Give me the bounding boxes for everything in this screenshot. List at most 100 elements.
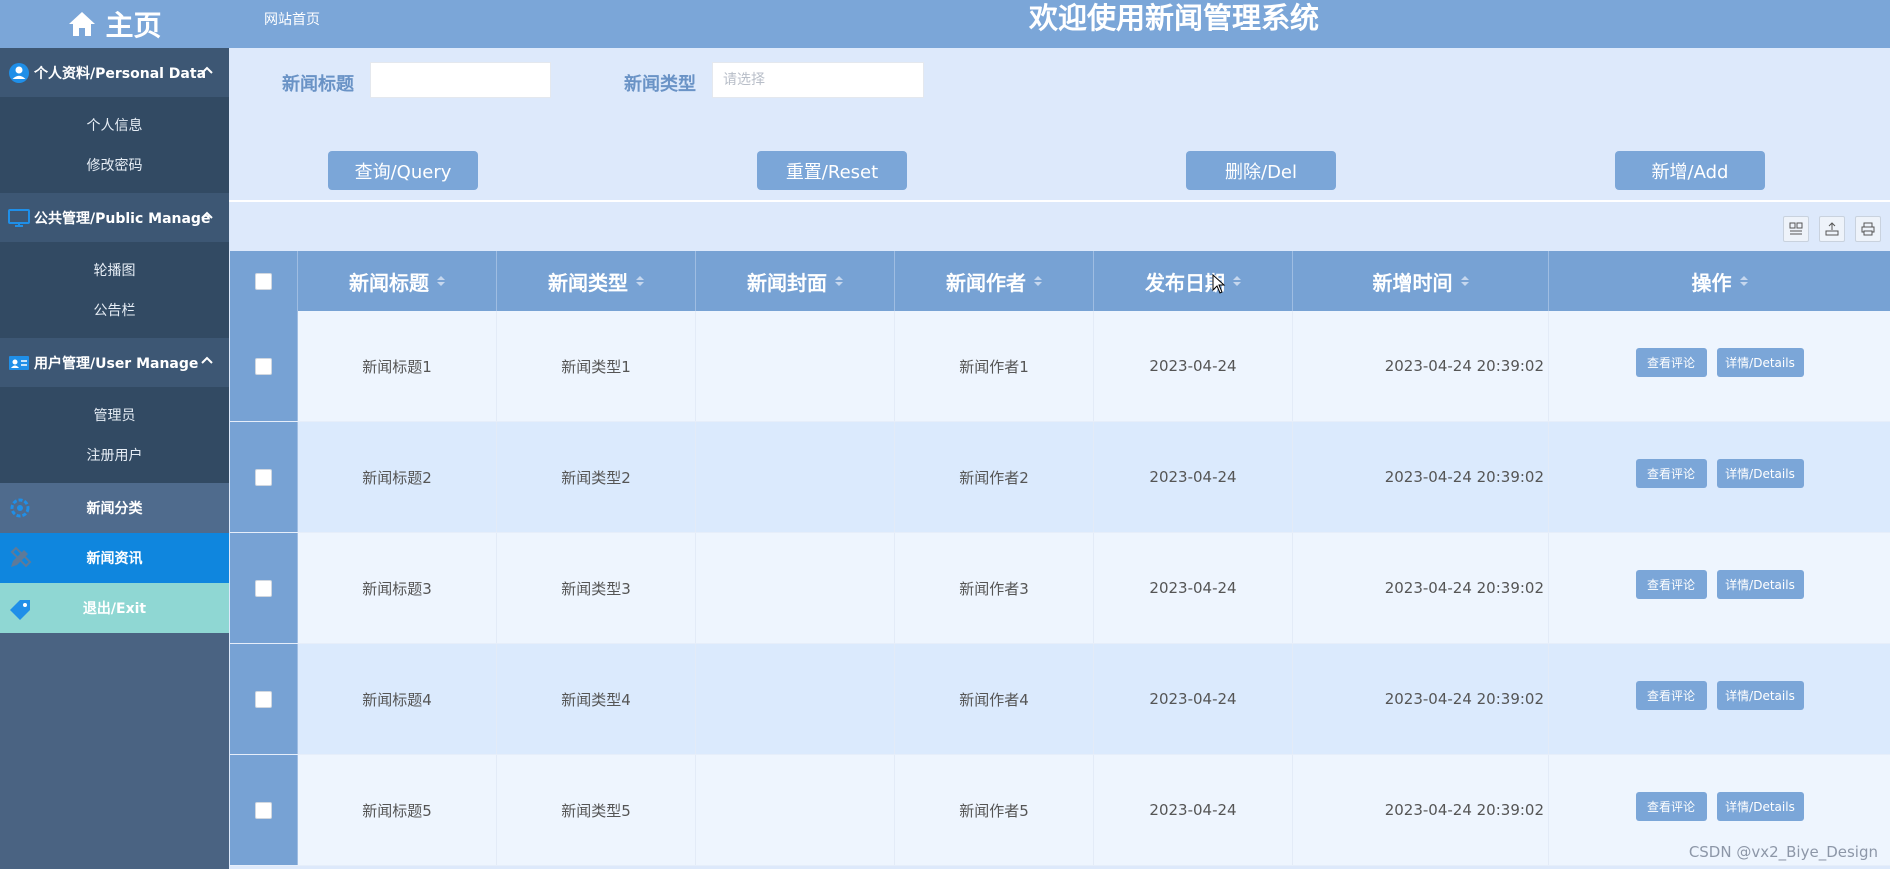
sort-icon[interactable] [1739, 276, 1748, 286]
view-comments-button[interactable]: 查看评论 [1635, 458, 1707, 488]
view-comments-button[interactable]: 查看评论 [1635, 347, 1707, 377]
row-checkbox[interactable] [255, 357, 272, 375]
cell-actions: 查看评论 详情/Details [1549, 422, 1890, 532]
sidebar-item-carousel[interactable]: 轮播图 [0, 250, 229, 290]
menu-group-personal[interactable]: 个人资料/Personal Data [0, 48, 229, 97]
sidebar-item-news-category[interactable]: 新闻分类 [0, 483, 229, 533]
submenu-personal: 个人信息 修改密码 [0, 97, 229, 193]
table-row: 新闻标题1 新闻类型1 新闻作者1 2023-04-24 2023-04-24 20:3… [230, 311, 1890, 422]
sidebar-item-notice[interactable]: 公告栏 [0, 290, 229, 330]
sort-icon[interactable] [835, 276, 843, 286]
row-select-cell [230, 311, 298, 421]
columns-icon[interactable] [1783, 216, 1809, 242]
select-all-cell [230, 251, 298, 311]
breadcrumb[interactable]: 网站首页 [264, 9, 320, 29]
table-row: 新闻标题2 新闻类型2 新闻作者2 2023-04-24 2023-04-24 20:3… [230, 422, 1890, 533]
cell-author: 新闻作者3 [895, 533, 1094, 643]
add-button[interactable]: 新增/Add [1615, 151, 1765, 190]
cell-type: 新闻类型1 [497, 311, 696, 421]
details-button[interactable]: 详情/Details [1716, 458, 1804, 488]
print-icon[interactable] [1855, 216, 1881, 242]
view-comments-button[interactable]: 查看评论 [1635, 569, 1707, 599]
sort-icon[interactable] [1233, 276, 1241, 286]
chevron-up-icon [201, 356, 213, 364]
sidebar-item-label: 新闻资讯 [86, 551, 143, 567]
cell-type: 新闻类型4 [497, 644, 696, 754]
sidebar-item-change-password[interactable]: 修改密码 [0, 145, 229, 185]
view-comments-button[interactable]: 查看评论 [1635, 791, 1707, 821]
row-checkbox[interactable] [255, 801, 272, 819]
table-body: 新闻标题1 新闻类型1 新闻作者1 2023-04-24 2023-04-24 20:3… [230, 311, 1890, 866]
menu-group-users[interactable]: 用户管理/User Manage [0, 338, 229, 387]
user-circle-icon [8, 62, 30, 84]
news-title-label: 新闻标题 [282, 74, 354, 95]
table-row: 新闻标题5 新闻类型5 新闻作者5 2023-04-24 2023-04-24 20:3… [230, 755, 1890, 866]
chevron-up-icon [201, 66, 213, 74]
home-icon [69, 12, 96, 36]
menu-group-label: 个人资料/Personal Data [34, 65, 207, 82]
cell-date: 2023-04-24 [1094, 644, 1293, 754]
column-header-label: 新闻标题 [349, 270, 429, 295]
column-header-author[interactable]: 新闻作者 [895, 251, 1094, 311]
delete-button[interactable]: 删除/Del [1186, 151, 1336, 190]
details-button[interactable]: 详情/Details [1716, 569, 1804, 599]
sidebar-item-exit[interactable]: 退出/Exit [0, 583, 229, 633]
column-header-title[interactable]: 新闻标题 [298, 251, 497, 311]
cell-title: 新闻标题2 [298, 422, 497, 532]
cell-title: 新闻标题5 [298, 755, 497, 865]
watermark: CSDN @vx2_Biye_Design [1688, 843, 1878, 861]
column-header-label: 新闻作者 [946, 270, 1026, 295]
sort-icon[interactable] [1460, 276, 1469, 286]
cell-actions: 查看评论 详情/Details [1549, 311, 1890, 421]
select-all-checkbox[interactable] [255, 272, 272, 290]
menu-group-label: 用户管理/User Manage [34, 355, 199, 372]
row-checkbox[interactable] [255, 468, 272, 486]
sort-icon[interactable] [1034, 276, 1042, 286]
menu-group-public[interactable]: 公共管理/Public Manage [0, 193, 229, 242]
cell-date: 2023-04-24 [1094, 311, 1293, 421]
chevron-up-icon [201, 211, 213, 219]
cell-cover [696, 644, 895, 754]
sort-icon[interactable] [636, 276, 644, 286]
column-header-label: 新增时间 [1372, 270, 1453, 295]
mouse-cursor-icon [1212, 274, 1226, 294]
sidebar-item-registered-users[interactable]: 注册用户 [0, 435, 229, 475]
cell-created: 2023-04-24 20:39:02 [1293, 422, 1549, 532]
column-header-cover[interactable]: 新闻封面 [696, 251, 895, 311]
view-comments-button[interactable]: 查看评论 [1635, 680, 1707, 710]
row-checkbox[interactable] [255, 579, 272, 597]
column-header-date[interactable]: 发布日期 [1094, 251, 1293, 311]
tag-icon [10, 600, 30, 620]
menu-group-label: 公共管理/Public Manage [34, 210, 211, 227]
cell-created: 2023-04-24 20:39:02 [1293, 755, 1549, 865]
sidebar-item-admins[interactable]: 管理员 [0, 395, 229, 435]
details-button[interactable]: 详情/Details [1716, 347, 1804, 377]
submenu-public: 轮播图 公告栏 [0, 242, 229, 338]
news-type-label: 新闻类型 [624, 74, 696, 95]
cell-actions: 查看评论 详情/Details [1549, 533, 1890, 643]
sort-icon[interactable] [437, 276, 445, 286]
reset-button[interactable]: 重置/Reset [757, 151, 907, 190]
home-link[interactable]: 主页 [0, 0, 229, 48]
sidebar-item-news[interactable]: 新闻资讯 [0, 533, 229, 583]
export-icon[interactable] [1819, 216, 1845, 242]
details-button[interactable]: 详情/Details [1716, 791, 1804, 821]
column-header-actions[interactable]: 操作 [1549, 251, 1890, 311]
column-header-label: 新闻封面 [747, 270, 827, 295]
page-title: 欢迎使用新闻管理系统 [1029, 1, 1320, 35]
news-title-input[interactable] [370, 62, 551, 98]
details-button[interactable]: 详情/Details [1716, 680, 1804, 710]
column-header-created[interactable]: 新增时间 [1293, 251, 1549, 311]
cell-created: 2023-04-24 20:39:02 [1293, 311, 1549, 421]
cell-actions: 查看评论 详情/Details [1549, 644, 1890, 754]
news-type-select[interactable] [712, 62, 924, 98]
top-header: 网站首页 欢迎使用新闻管理系统 [229, 0, 1890, 48]
id-card-icon [8, 352, 30, 374]
row-checkbox[interactable] [255, 690, 272, 708]
column-header-type[interactable]: 新闻类型 [497, 251, 696, 311]
cell-type: 新闻类型3 [497, 533, 696, 643]
sidebar-item-profile[interactable]: 个人信息 [0, 105, 229, 145]
row-select-cell [230, 422, 298, 532]
query-button[interactable]: 查询/Query [328, 151, 478, 190]
cell-created: 2023-04-24 20:39:02 [1293, 533, 1549, 643]
